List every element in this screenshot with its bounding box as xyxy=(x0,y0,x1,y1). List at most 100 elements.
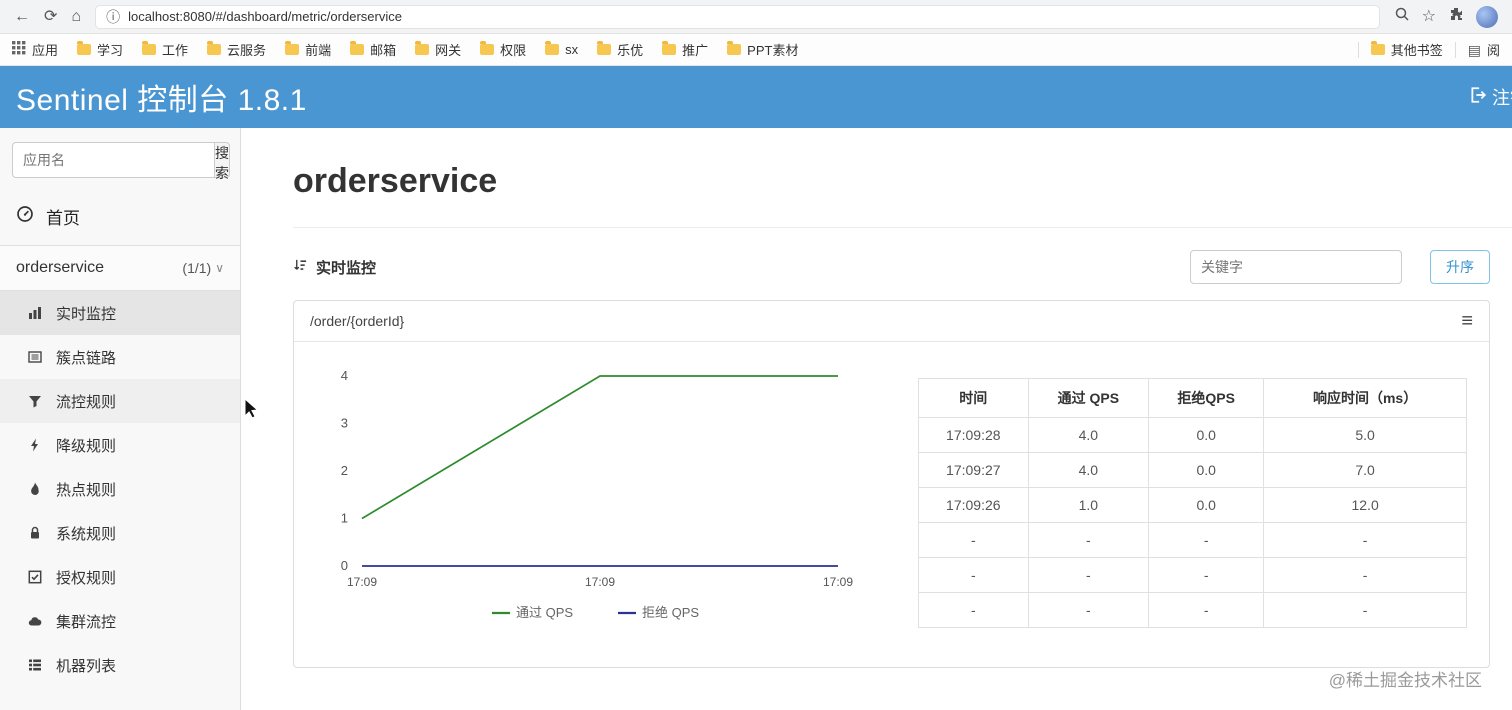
bookmark-item-6[interactable]: 邮箱 xyxy=(350,40,396,59)
table-cell: 12.0 xyxy=(1263,487,1467,523)
bookmark-label: 权限 xyxy=(500,43,527,58)
sidebar-app-group[interactable]: orderservice (1/1) ∨ xyxy=(0,245,240,291)
cloud-icon xyxy=(26,613,44,629)
browser-toolbar: ← ⟳ ⌂ ⓘ localhost:8080/#/dashboard/metri… xyxy=(0,0,1512,34)
bookmark-label: 工作 xyxy=(162,43,189,58)
sidebar-item-6[interactable]: 系统规则 xyxy=(0,511,240,555)
other-bookmarks[interactable]: 其他书签 xyxy=(1370,40,1443,59)
app-name: orderservice xyxy=(16,259,105,276)
list-alt-icon xyxy=(26,349,44,365)
chart-bar-icon xyxy=(26,305,44,321)
reading-list[interactable]: ▤ 阅 xyxy=(1468,40,1500,59)
folder-icon xyxy=(77,41,92,55)
zoom-icon[interactable] xyxy=(1394,6,1410,27)
back-icon[interactable]: ← xyxy=(14,8,30,25)
resource-name: /order/{orderId} xyxy=(310,313,405,329)
table-cell: 4.0 xyxy=(1027,452,1150,488)
svg-text:通过 QPS: 通过 QPS xyxy=(516,605,573,620)
sidebar-item-label: 热点规则 xyxy=(56,481,117,499)
watermark: @稀土掘金技术社区 xyxy=(1328,671,1482,690)
sidebar-item-3[interactable]: 流控规则 xyxy=(0,379,240,423)
toolbar-right: 升序 xyxy=(1190,250,1490,284)
home-label: 首页 xyxy=(46,209,80,228)
dashboard-icon xyxy=(16,205,34,228)
sort-ascending-button[interactable]: 升序 xyxy=(1430,250,1490,284)
folder-icon xyxy=(662,41,677,55)
sidebar-item-2[interactable]: 簇点链路 xyxy=(0,335,240,379)
page-info-icon[interactable]: ⓘ xyxy=(106,10,120,24)
reload-icon[interactable]: ⟳ xyxy=(44,8,57,25)
bookmark-label: 学习 xyxy=(97,43,124,58)
folder-icon xyxy=(142,41,157,55)
svg-text:1: 1 xyxy=(341,511,348,526)
browser-window: ← ⟳ ⌂ ⓘ localhost:8080/#/dashboard/metri… xyxy=(0,0,1512,710)
mouse-cursor xyxy=(243,397,261,427)
metric-table-body: 17:09:28 4.0 0.0 5.0 17:09:27 4.0 0.0 7.0 17:09:… xyxy=(918,417,1467,628)
divider xyxy=(293,227,1512,228)
table-cell: 17:09:27 xyxy=(918,452,1029,488)
bookmark-item-1[interactable]: 应用 xyxy=(12,40,58,59)
profile-avatar[interactable] xyxy=(1476,5,1498,28)
bookmark-item-4[interactable]: 云服务 xyxy=(207,40,266,59)
chevron-down-icon: ∨ xyxy=(215,261,224,275)
bookmark-label: 前端 xyxy=(305,43,332,58)
menu-icon[interactable]: ≡ xyxy=(1461,311,1473,331)
metric-card: /order/{orderId} ≡ 0 1 2 3 4 17:09 17:09 17:09 通… xyxy=(293,300,1490,668)
home-icon[interactable]: ⌂ xyxy=(71,8,81,25)
sidebar-item-8[interactable]: 集群流控 xyxy=(0,599,240,643)
sidebar-item-label: 系统规则 xyxy=(56,525,117,543)
bookmarks-bar: 应用 学习 工作 云服务 前端 邮箱 网关 权限 sx 乐优 推广 PPT素材 其他书签 ▤ 阅 xyxy=(0,34,1512,66)
svg-text:4: 4 xyxy=(341,368,348,383)
logout-button[interactable]: 注销 xyxy=(1469,84,1512,110)
app-header: Sentinel 控制台 1.8.1 注销 xyxy=(0,66,1512,128)
sidebar-item-5[interactable]: 热点规则 xyxy=(0,467,240,511)
sidebar-item-home[interactable]: 首页 xyxy=(0,188,240,245)
svg-text:0: 0 xyxy=(341,558,348,573)
sidebar-item-label: 流控规则 xyxy=(56,393,117,411)
sidebar-item-label: 机器列表 xyxy=(56,657,117,675)
bookmark-label: PPT素材 xyxy=(747,43,799,58)
app-search-button[interactable]: 搜索 xyxy=(214,142,230,181)
bookmark-item-11[interactable]: 推广 xyxy=(662,40,708,59)
folder-icon xyxy=(1370,41,1385,55)
table-cell: - xyxy=(918,592,1029,628)
bookmark-label: sx xyxy=(565,42,579,57)
page-title: orderservice xyxy=(293,162,498,200)
table-cell: - xyxy=(1263,592,1467,628)
app-title: Sentinel 控制台 1.8.1 xyxy=(16,84,307,117)
table-cell: - xyxy=(1263,522,1467,558)
bookmark-item-2[interactable]: 学习 xyxy=(77,40,123,59)
table-row: ---- xyxy=(918,557,1467,593)
sidebar-item-label: 授权规则 xyxy=(56,569,117,587)
bookmark-item-12[interactable]: PPT素材 xyxy=(727,40,798,59)
svg-text:17:09: 17:09 xyxy=(823,575,853,589)
bookmark-item-5[interactable]: 前端 xyxy=(285,40,331,59)
table-cell: - xyxy=(1027,522,1150,558)
sidebar-item-7[interactable]: 授权规则 xyxy=(0,555,240,599)
table-cell: 17:09:28 xyxy=(918,417,1029,453)
sidebar-menu: 实时监控 簇点链路流控规则降级规则热点规则系统规则授权规则集群流控机器列表 xyxy=(0,291,240,687)
main-content: orderservice 实时监控 升序 /order/{orderId} ≡ xyxy=(241,128,1512,710)
address-bar[interactable]: ⓘ localhost:8080/#/dashboard/metric/orde… xyxy=(95,4,1380,29)
bookmark-label: 应用 xyxy=(32,43,59,58)
section-title-wrap: 实时监控 xyxy=(293,257,376,278)
table-cell: - xyxy=(1148,557,1265,593)
sidebar-item-9[interactable]: 机器列表 xyxy=(0,643,240,687)
table-cell: - xyxy=(918,522,1029,558)
sidebar-item-1[interactable]: 实时监控 xyxy=(0,291,240,335)
sidebar-item-4[interactable]: 降级规则 xyxy=(0,423,240,467)
fire-icon xyxy=(26,481,44,497)
app-search-input[interactable] xyxy=(12,142,214,178)
table-row: ---- xyxy=(918,522,1467,558)
url-text: localhost:8080/#/dashboard/metric/orders… xyxy=(128,9,402,24)
table-row: 17:09:27 4.0 0.0 7.0 xyxy=(918,452,1467,488)
keyword-input[interactable] xyxy=(1190,250,1402,284)
bookmark-item-7[interactable]: 网关 xyxy=(415,40,461,59)
bookmark-item-8[interactable]: 权限 xyxy=(480,40,526,59)
bookmark-item-3[interactable]: 工作 xyxy=(142,40,188,59)
bookmark-item-10[interactable]: 乐优 xyxy=(597,40,643,59)
bookmark-star-icon[interactable]: ☆ xyxy=(1422,8,1436,25)
table-cell: - xyxy=(1027,592,1150,628)
extensions-icon[interactable] xyxy=(1448,6,1464,27)
bookmark-item-9[interactable]: sx xyxy=(545,41,579,57)
